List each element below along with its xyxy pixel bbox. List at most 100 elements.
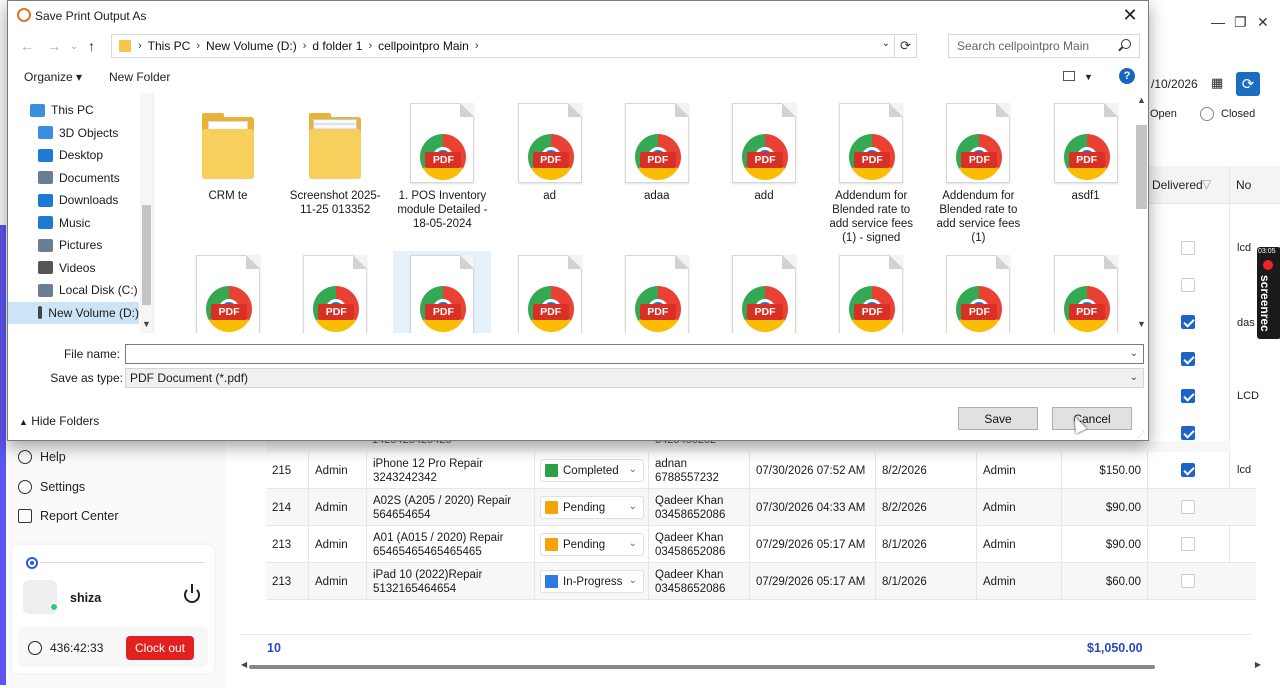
file-name-input[interactable]: ⌄: [125, 344, 1144, 364]
delivered-checkbox[interactable]: [1181, 574, 1195, 588]
cancel-button[interactable]: Cancel: [1052, 407, 1132, 430]
nav-item[interactable]: Local Disk (C:): [8, 279, 139, 301]
hide-folders-button[interactable]: ▲ Hide Folders: [19, 414, 99, 428]
help-icon[interactable]: ?: [1119, 68, 1135, 84]
folder-item[interactable]: Screenshot 2025-11-25 013352: [286, 99, 384, 245]
save-button[interactable]: Save: [958, 407, 1038, 430]
sidebar-item-report-center[interactable]: Report Center: [18, 509, 119, 523]
cell-customer: Qadeer Khan 03458652086: [649, 526, 750, 563]
resize-grip-icon[interactable]: ⋰: [1137, 430, 1145, 439]
filter-icon[interactable]: ▽: [1202, 177, 1211, 191]
delivered-checkbox[interactable]: [1181, 241, 1195, 255]
date-field[interactable]: /10/2026: [1151, 77, 1198, 91]
close-app-icon[interactable]: ✕: [1257, 14, 1269, 31]
maximize-icon[interactable]: ❐: [1234, 14, 1247, 31]
folder-icon: [119, 40, 131, 52]
screenrec-widget[interactable]: 03:05 screenrec: [1257, 247, 1280, 339]
pdf-file-item[interactable]: PDF Addendum for Blended rate to add serv…: [822, 99, 920, 245]
col-delivered[interactable]: Delivered: [1152, 178, 1203, 192]
sidebar-item-settings[interactable]: Settings: [18, 480, 85, 494]
nav-item[interactable]: Videos: [8, 257, 139, 279]
save-type-select[interactable]: PDF Document (*.pdf) ⌄: [125, 368, 1144, 388]
delivered-checkbox[interactable]: [1181, 537, 1195, 551]
delivered-checkbox[interactable]: [1181, 352, 1195, 366]
nav-scrollbar[interactable]: [140, 93, 153, 333]
table-row[interactable]: 215 Admin iPhone 12 Pro Repair 3243242342…: [266, 452, 1256, 489]
calendar-icon[interactable]: ▦: [1211, 75, 1223, 91]
horizontal-scrollbar[interactable]: ◀ ▶: [241, 660, 1261, 671]
chevron-down-icon[interactable]: ⌄: [1130, 348, 1138, 359]
pdf-file-item[interactable]: PDF: [822, 251, 920, 333]
up-icon[interactable]: ↑: [88, 38, 95, 54]
navigation-pane: ▲ This PC3D ObjectsDesktopDocumentsDownl…: [8, 93, 154, 333]
nav-item[interactable]: New Volume (D:): [8, 301, 139, 324]
new-folder-button[interactable]: New Folder: [109, 70, 170, 84]
status-dropdown[interactable]: In-Progress ⌄: [540, 570, 644, 593]
back-icon[interactable]: ←: [20, 38, 34, 54]
delivered-checkbox[interactable]: [1181, 315, 1195, 329]
pdf-file-item[interactable]: PDF: [929, 251, 1027, 333]
status-dropdown[interactable]: Completed ⌄: [540, 459, 644, 482]
clock-out-button[interactable]: Clock out: [126, 636, 194, 660]
status-dropdown[interactable]: Pending ⌄: [540, 533, 644, 556]
chevron-down-icon[interactable]: ⌄: [882, 38, 890, 49]
radio-closed[interactable]: [1200, 107, 1214, 121]
nav-item[interactable]: This PC: [8, 99, 139, 121]
organize-button[interactable]: Organize ▾: [24, 70, 82, 84]
delivered-checkbox[interactable]: [1181, 389, 1195, 403]
folder-item[interactable]: CRM te: [179, 99, 277, 245]
pdf-file-item[interactable]: PDF Addendum for Blended rate to add serv…: [929, 99, 1027, 245]
grid-scrollbar[interactable]: ▲ ▼: [1135, 93, 1148, 333]
pdf-file-item[interactable]: PDF: [179, 251, 277, 333]
dialog-titlebar[interactable]: Save Print Output As ✕: [8, 1, 1148, 31]
view-icon[interactable]: [1063, 71, 1075, 81]
table-row[interactable]: 214 Admin A02S (A205 / 2020) Repair 56465…: [266, 489, 1256, 526]
breadcrumb[interactable]: New Volume (D:): [206, 39, 297, 53]
nav-item[interactable]: Downloads: [8, 189, 139, 211]
pdf-file-item[interactable]: PDF: [715, 251, 813, 333]
address-bar[interactable]: › This PC › New Volume (D:) › d folder 1 › …: [111, 34, 917, 58]
nav-item[interactable]: Music: [8, 212, 139, 234]
pdf-file-item[interactable]: PDF 1. POS Inventory module Detailed - 18…: [393, 99, 491, 245]
nav-item[interactable]: Pictures: [8, 234, 139, 256]
nav-item[interactable]: Documents: [8, 167, 139, 189]
cell-due: 8/1/2026: [876, 563, 977, 600]
pdf-file-item[interactable]: PDF: [286, 251, 384, 333]
pdf-file-item[interactable]: PDF asdf1: [1037, 99, 1135, 245]
close-icon[interactable]: ✕: [1118, 5, 1142, 27]
sidebar-item-help[interactable]: Help: [18, 450, 66, 464]
search-input[interactable]: Search cellpointpro Main: [948, 34, 1140, 58]
recent-dropdown-icon[interactable]: ⌄: [70, 41, 78, 52]
delivered-checkbox[interactable]: [1181, 278, 1195, 292]
delivered-checkbox[interactable]: [1181, 426, 1195, 440]
app-logo-icon: [17, 8, 31, 22]
cell-id: 213: [266, 563, 309, 600]
pdf-file-item[interactable]: PDF: [1037, 251, 1135, 333]
breadcrumb[interactable]: cellpointpro Main: [378, 39, 469, 53]
pdf-file-item[interactable]: PDF adaa: [608, 99, 706, 245]
power-icon[interactable]: [184, 584, 200, 603]
pdf-file-item[interactable]: PDF ad: [501, 99, 599, 245]
pdf-file-item[interactable]: PDF: [608, 251, 706, 333]
col-notes[interactable]: No: [1236, 178, 1251, 192]
delivered-checkbox[interactable]: [1181, 463, 1195, 477]
status-dropdown[interactable]: Pending ⌄: [540, 496, 644, 519]
refresh-icon[interactable]: ⟳: [894, 35, 916, 57]
breadcrumb[interactable]: This PC: [148, 39, 191, 53]
breadcrumb[interactable]: d folder 1: [312, 39, 362, 53]
minimize-icon[interactable]: —: [1211, 14, 1225, 30]
nav-item[interactable]: Desktop: [8, 144, 139, 166]
delivered-checkbox[interactable]: [1181, 500, 1195, 514]
pdf-file-item[interactable]: PDF add: [715, 99, 813, 245]
status-slider[interactable]: [26, 557, 38, 569]
scroll-down-icon[interactable]: ▼: [142, 319, 151, 329]
pdf-file-item[interactable]: PDF: [501, 251, 599, 333]
forward-icon[interactable]: →: [47, 38, 61, 54]
cell-created: 07/29/2026 05:17 AM: [750, 563, 876, 600]
refresh-button[interactable]: ⟳: [1236, 72, 1260, 96]
table-row[interactable]: 213 Admin iPad 10 (2022)Repair 5132165464…: [266, 563, 1256, 600]
view-dropdown-icon[interactable]: ▼: [1084, 72, 1093, 82]
pdf-file-item[interactable]: PDF: [393, 251, 492, 333]
table-row[interactable]: 213 Admin A01 (A015 / 2020) Repair 654654…: [266, 526, 1256, 563]
nav-item[interactable]: 3D Objects: [8, 122, 139, 144]
